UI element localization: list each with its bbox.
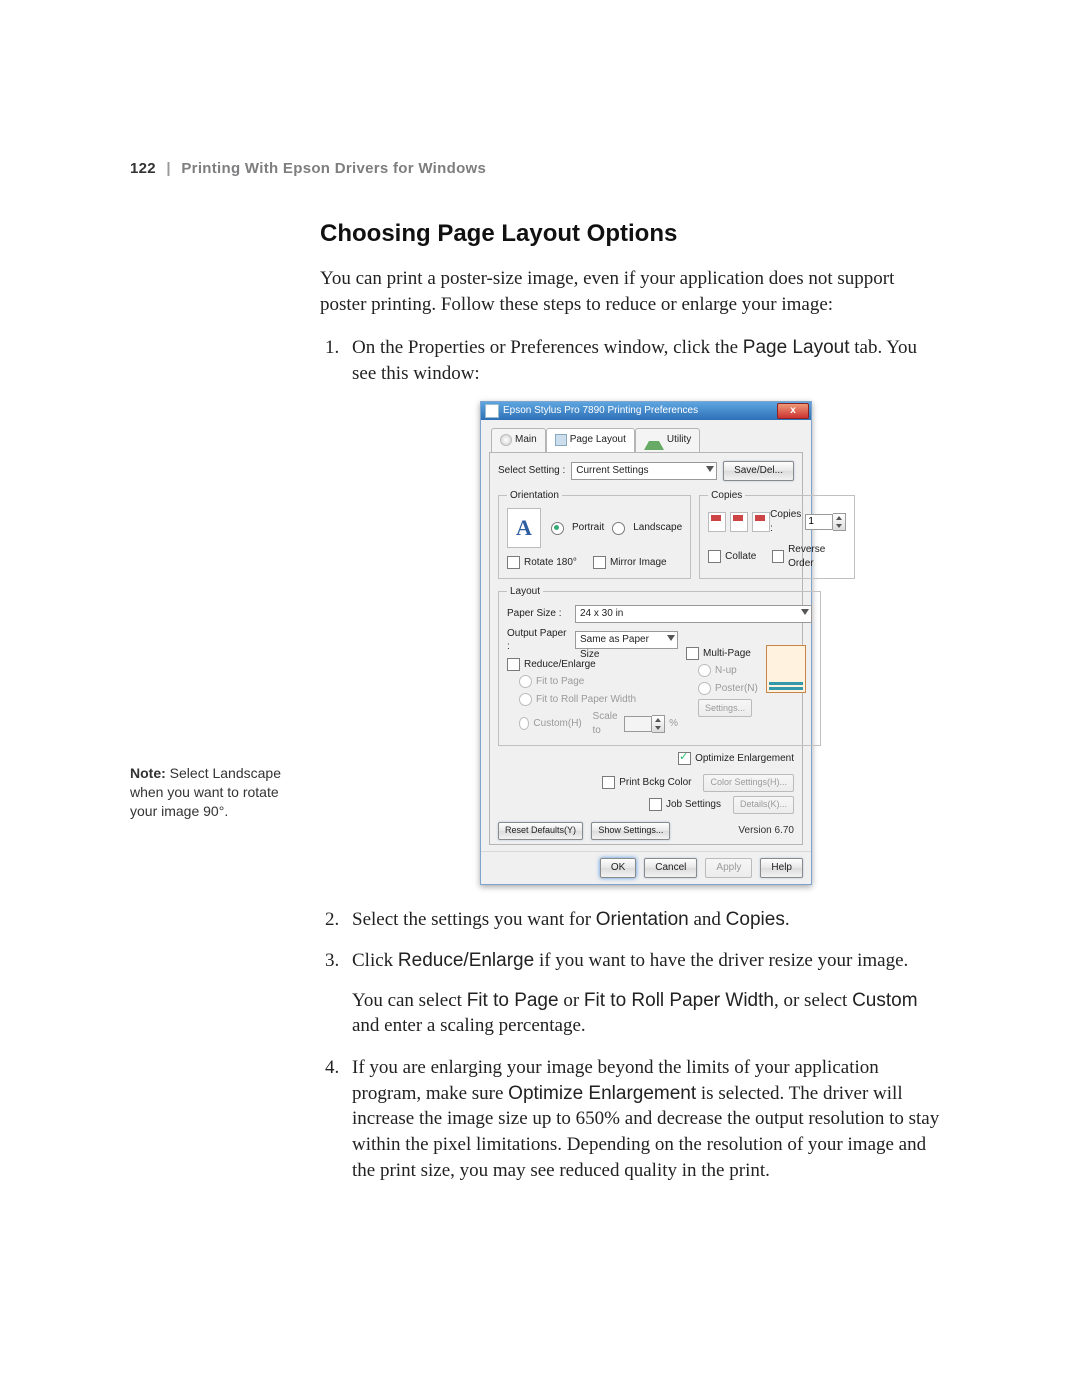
- orientation-group: Orientation A Portrait Landscape: [498, 489, 691, 580]
- layout-icon: [555, 434, 567, 446]
- help-button[interactable]: Help: [760, 858, 803, 878]
- dialog-title: Epson Stylus Pro 7890 Printing Preferenc…: [503, 404, 777, 418]
- apply-button: Apply: [705, 858, 752, 878]
- poster-radio: [698, 682, 711, 695]
- main-icon: [500, 434, 512, 446]
- term-reduce-enlarge: Reduce/Enlarge: [398, 950, 534, 971]
- copies-input[interactable]: [805, 514, 833, 530]
- tab-panel: Select Setting : Current Settings Save/D…: [489, 452, 803, 845]
- layout-group: Layout Paper Size : 24 x 30 in Output Pa…: [498, 585, 821, 746]
- tab-strip: Main Page Layout Utility: [491, 428, 801, 452]
- copies-label: Copies :: [770, 508, 801, 535]
- landscape-radio[interactable]: [612, 522, 625, 535]
- utility-icon: [644, 431, 664, 450]
- orientation-legend: Orientation: [507, 489, 562, 503]
- scale-spinner: [624, 715, 665, 733]
- dialog-footer: OK Cancel Apply Help: [481, 851, 811, 884]
- layout-legend: Layout: [507, 585, 543, 599]
- separator: |: [166, 160, 171, 177]
- steps-list: On the Properties or Preferences window,…: [344, 335, 940, 1183]
- step-4: If you are enlarging your image beyond t…: [344, 1055, 940, 1183]
- term-optimize-enlargement: Optimize Enlargement: [508, 1083, 696, 1104]
- output-paper-dropdown[interactable]: Same as Paper Size: [575, 631, 678, 649]
- note-term-landscape: Landscape: [212, 765, 281, 781]
- mirror-image-checkbox[interactable]: [593, 556, 606, 569]
- copies-spinner[interactable]: [805, 513, 846, 531]
- custom-radio: [519, 717, 529, 730]
- term-fit-to-page: Fit to Page: [467, 990, 559, 1011]
- section-title: Choosing Page Layout Options: [320, 220, 940, 248]
- ok-button[interactable]: OK: [600, 858, 636, 878]
- tab-page-layout[interactable]: Page Layout: [546, 428, 635, 452]
- running-head: 122 | Printing With Epson Drivers for Wi…: [130, 160, 486, 177]
- layout-preview-icon: [766, 645, 806, 693]
- fit-to-page-radio: [519, 675, 532, 688]
- reduce-enlarge-checkbox[interactable]: [507, 658, 520, 671]
- multipage-settings-button: Settings...: [698, 699, 752, 717]
- version-label: Version 6.70: [738, 824, 794, 838]
- copies-legend: Copies: [708, 489, 745, 503]
- reset-defaults-button[interactable]: Reset Defaults(Y): [498, 822, 583, 840]
- cancel-button[interactable]: Cancel: [644, 858, 697, 878]
- page-number: 122: [130, 160, 156, 177]
- note-label: Note:: [130, 765, 166, 781]
- term-copies: Copies: [726, 909, 785, 930]
- close-icon: x: [790, 404, 796, 418]
- collate-preview-icon: [708, 512, 770, 532]
- save-del-button[interactable]: Save/Del...: [723, 461, 794, 481]
- rotate-180-checkbox[interactable]: [507, 556, 520, 569]
- select-setting-dropdown[interactable]: Current Settings: [571, 462, 717, 480]
- margin-note: Note: Select Landscape when you want to …: [130, 764, 305, 821]
- fit-to-roll-radio: [519, 693, 532, 706]
- document-page: 122 | Printing With Epson Drivers for Wi…: [0, 0, 1080, 1397]
- orientation-preview-icon: A: [507, 508, 541, 548]
- paper-size-dropdown[interactable]: 24 x 30 in: [575, 605, 812, 623]
- show-settings-button[interactable]: Show Settings...: [591, 822, 670, 840]
- term-custom: Custom: [852, 990, 917, 1011]
- app-icon: [485, 404, 499, 418]
- job-settings-checkbox[interactable]: [649, 798, 662, 811]
- portrait-radio[interactable]: [551, 522, 564, 535]
- dialog-titlebar[interactable]: Epson Stylus Pro 7890 Printing Preferenc…: [481, 402, 811, 420]
- select-setting-label: Select Setting :: [498, 464, 565, 478]
- term-orientation: Orientation: [596, 909, 689, 930]
- nup-radio: [698, 664, 711, 677]
- step-3: Click Reduce/Enlarge if you want to have…: [344, 948, 940, 1039]
- intro-paragraph: You can print a poster-size image, even …: [320, 266, 940, 317]
- step-1: On the Properties or Preferences window,…: [344, 335, 940, 884]
- select-setting-row: Select Setting : Current Settings Save/D…: [498, 461, 794, 481]
- collate-checkbox[interactable]: [708, 550, 721, 563]
- chapter-title: Printing With Epson Drivers for Windows: [181, 160, 486, 177]
- details-button: Details(K)...: [733, 796, 794, 814]
- paper-size-label: Paper Size :: [507, 607, 569, 621]
- multipage-checkbox[interactable]: [686, 647, 699, 660]
- term-page-layout: Page Layout: [743, 337, 850, 358]
- tab-main[interactable]: Main: [491, 428, 546, 452]
- spinner-arrows-icon[interactable]: [833, 513, 846, 531]
- color-settings-button: Color Settings(H)...: [703, 774, 794, 792]
- main-content: Choosing Page Layout Options You can pri…: [320, 220, 940, 1199]
- copies-group: Copies Copies :: [699, 489, 855, 580]
- print-preferences-dialog: Epson Stylus Pro 7890 Printing Preferenc…: [480, 401, 812, 885]
- reverse-order-checkbox[interactable]: [772, 550, 784, 563]
- step-2: Select the settings you want for Orienta…: [344, 907, 940, 933]
- tab-utility[interactable]: Utility: [635, 428, 700, 452]
- close-button[interactable]: x: [777, 403, 809, 419]
- optimize-enlargement-checkbox[interactable]: [678, 752, 691, 765]
- print-bckg-color-checkbox[interactable]: [602, 776, 615, 789]
- term-fit-to-roll: Fit to Roll Paper Width: [584, 990, 774, 1011]
- output-paper-label: Output Paper :: [507, 627, 569, 654]
